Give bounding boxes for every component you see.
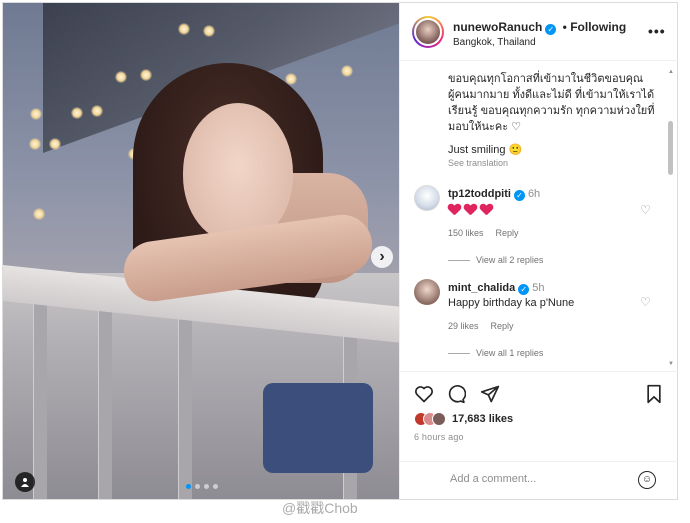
post-caption: ขอบคุณทุกโอกาสที่เข้ามาในชีวิตขอบคุณผู้ค… [448,73,655,133]
view-replies-label: View all 2 replies [476,255,544,265]
scroll-down-arrow-icon[interactable]: ▼ [668,361,674,367]
scrollbar-thumb[interactable] [668,121,673,175]
profile-avatar[interactable] [412,16,444,48]
post-username[interactable]: nunewoRanuch [453,20,542,34]
bokeh-light [30,108,42,120]
carousel-dot [195,484,200,489]
view-replies-link[interactable]: View all 1 replies [448,348,543,358]
railing-bar [98,303,112,499]
carousel-dots [186,484,218,489]
carousel-next-button[interactable]: › [371,246,393,268]
comment-avatar[interactable] [414,279,440,305]
comment-likes[interactable]: 29 likes [448,321,479,331]
railing-bar [178,303,192,499]
scroll-up-arrow-icon[interactable]: ▲ [668,69,674,75]
following-button[interactable]: Following [570,20,626,34]
post-actions: 17,683 likes 6 hours ago ☺ [400,371,678,499]
see-translation-link[interactable]: See translation [448,158,508,168]
liker-avatar [432,412,446,426]
bokeh-light [91,105,103,117]
carousel-dot-active [186,484,191,489]
carousel-dot [204,484,209,489]
emoji-icon[interactable]: ☺ [638,471,656,489]
heart-emoji-icon [480,204,493,216]
instagram-post-modal: › nunewoRanuch ✓ • Following Bangkok, Tha… [2,2,678,500]
comment-meta: 150 likes Reply [448,228,519,238]
bokeh-light [71,107,83,119]
chevron-right-icon: › [379,248,385,265]
add-comment-bar: ☺ [400,461,678,499]
comment-time: 6h [527,188,541,200]
verified-icon: ✓ [513,190,525,201]
send-icon[interactable] [480,384,500,404]
bokeh-light [49,138,61,150]
user-icon [21,478,29,487]
post-caption-secondary: Just smiling 🙂 [448,144,523,156]
bookmark-icon[interactable] [645,384,663,404]
more-options-icon[interactable]: ••• [648,23,666,39]
comment-like-icon[interactable]: ♡ [640,203,651,217]
comment-user-row: mint_chalida ✓ 5h [448,282,545,295]
bokeh-light [178,23,190,35]
post-username-row: nunewoRanuch ✓ • Following [453,20,627,35]
comment-time: 5h [532,282,545,294]
comment-reply-button[interactable]: Reply [491,321,514,331]
comment-text [448,204,493,216]
verified-icon: ✓ [518,284,530,295]
person-dress [263,383,373,473]
comment-icon[interactable] [446,384,466,404]
tagged-users-button[interactable] [15,472,35,492]
bokeh-light [203,25,215,37]
bokeh-light [341,65,353,77]
post-photo[interactable]: › [3,3,399,499]
view-replies-label: View all 1 replies [476,348,544,358]
comment-username[interactable]: tp12toddpiti [448,188,511,200]
railing-bar [33,303,47,499]
comments-scroll-area[interactable]: ขอบคุณทุกโอกาสที่เข้ามาในชีวิตขอบคุณผู้ค… [400,61,678,371]
comment-like-icon[interactable]: ♡ [640,295,651,309]
post-sidebar: nunewoRanuch ✓ • Following Bangkok, Thail… [399,3,678,499]
heart-outline-icon[interactable] [414,384,434,404]
heart-emoji-icon [448,204,461,216]
watermark: @戳戳Chob [282,500,358,516]
comment-username[interactable]: mint_chalida [448,282,515,294]
comment-reply-button[interactable]: Reply [496,228,519,238]
bokeh-light [29,138,41,150]
bokeh-light [140,69,152,81]
heart-emoji-icon [464,204,477,216]
comment-likes[interactable]: 150 likes [448,228,484,238]
carousel-dot [213,484,218,489]
person-face [183,103,293,243]
comment-avatar[interactable] [414,185,440,211]
post-time-ago: 6 hours ago [414,432,464,442]
comment-meta: 29 likes Reply [448,321,514,331]
comment-user-row: tp12toddpiti ✓ 6h [448,188,540,201]
post-location[interactable]: Bangkok, Thailand [453,37,536,48]
comment-text: Happy birthday ka p'Nune [448,297,575,309]
comment-input[interactable] [450,473,630,485]
verified-icon: ✓ [545,24,557,35]
likes-count[interactable]: 17,683 likes [452,413,513,425]
liked-by-row[interactable]: 17,683 likes [414,412,513,426]
post-header: nunewoRanuch ✓ • Following Bangkok, Thail… [400,3,678,61]
scrollbar[interactable]: ▲ ▼ [668,69,674,369]
bokeh-light [115,71,127,83]
bokeh-light [33,208,45,220]
view-replies-link[interactable]: View all 2 replies [448,255,543,265]
